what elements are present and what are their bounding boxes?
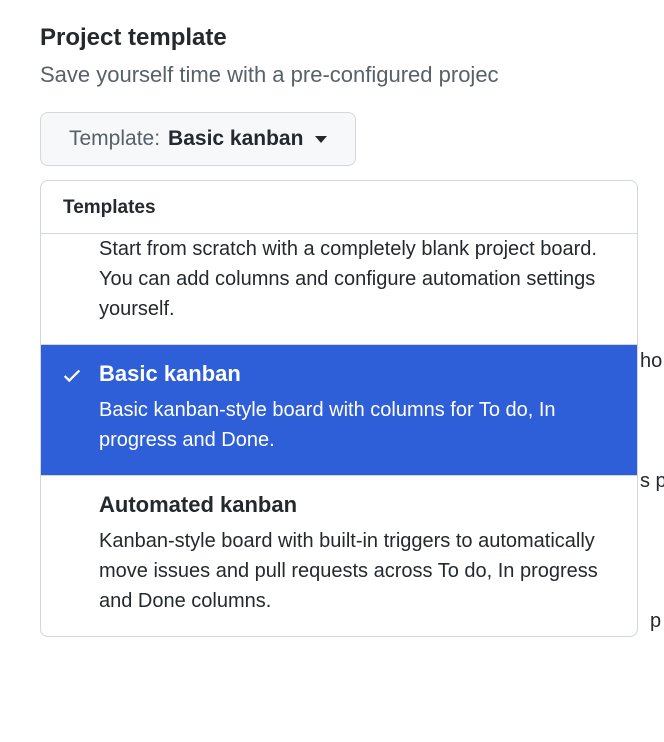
template-option-basic-kanban[interactable]: Basic kanban Basic kanban-style board wi… (41, 345, 637, 476)
dropdown-panel-header: Templates (41, 181, 637, 234)
bg-text-fragment: p (650, 610, 661, 633)
template-option-automated-kanban[interactable]: Automated kanban Kanban-style board with… (41, 476, 637, 636)
option-description: Basic kanban-style board with columns fo… (99, 395, 615, 455)
dropdown-value: Basic kanban (168, 127, 303, 151)
section-subtitle: Save yourself time with a pre-configured… (40, 62, 664, 88)
section-title: Project template (40, 24, 664, 52)
chevron-down-icon (315, 136, 327, 143)
check-icon (61, 365, 83, 387)
bg-text-fragment: ho (640, 350, 662, 373)
option-description: Start from scratch with a completely bla… (99, 234, 615, 324)
template-dropdown-panel: Templates None Start from scratch with a… (40, 180, 638, 637)
option-title: Basic kanban (99, 361, 615, 387)
bg-text-fragment: s p (640, 470, 664, 493)
option-title: Automated kanban (99, 492, 615, 518)
option-description: Kanban-style board with built-in trigger… (99, 526, 615, 616)
template-dropdown-trigger[interactable]: Template: Basic kanban (40, 112, 356, 166)
template-option-none[interactable]: None Start from scratch with a completel… (41, 234, 637, 345)
dropdown-label: Template: (69, 127, 160, 151)
